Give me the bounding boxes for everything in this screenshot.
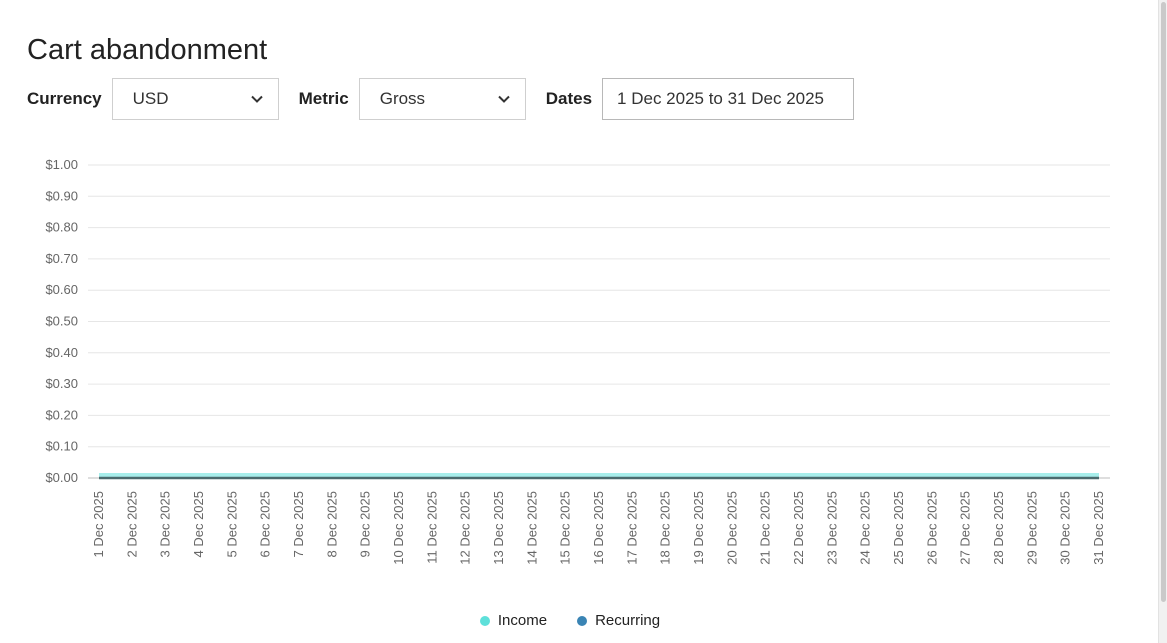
legend-item-income[interactable]: Income [479, 612, 548, 629]
metric-value: Gross [379, 89, 426, 108]
legend-item-recurring[interactable]: Recurring [577, 612, 660, 629]
y-tick-label: $1.00 [45, 157, 78, 172]
x-tick-label: 27 Dec 2025 [958, 491, 973, 565]
legend-label: Income [497, 612, 548, 629]
x-tick-label: 24 Dec 2025 [858, 491, 873, 565]
chart-legend: Income Recurring [0, 612, 1140, 629]
currency-label: Currency [27, 89, 102, 108]
x-tick-label: 28 Dec 2025 [991, 491, 1006, 565]
dates-label: Dates [545, 89, 593, 108]
page-title: Cart abandonment [27, 34, 268, 66]
x-tick-label: 17 Dec 2025 [624, 491, 639, 565]
x-tick-label: 13 Dec 2025 [491, 491, 506, 565]
x-tick-label: 12 Dec 2025 [458, 491, 473, 565]
x-tick-label: 1 Dec 2025 [91, 491, 106, 558]
chevron-down-icon [498, 95, 510, 103]
y-tick-label: $0.60 [45, 282, 78, 297]
x-tick-label: 15 Dec 2025 [558, 491, 573, 565]
x-tick-label: 20 Dec 2025 [724, 491, 739, 565]
x-tick-label: 16 Dec 2025 [591, 491, 606, 565]
y-tick-label: $0.00 [45, 470, 78, 485]
x-tick-label: 30 Dec 2025 [1058, 491, 1073, 565]
y-tick-label: $0.50 [45, 314, 78, 329]
x-tick-label: 9 Dec 2025 [358, 491, 373, 558]
y-tick-label: $0.10 [45, 439, 78, 454]
legend-dot-icon [479, 615, 490, 626]
metric-select[interactable]: Gross [358, 78, 526, 120]
currency-value: USD [132, 89, 169, 108]
x-tick-label: 8 Dec 2025 [324, 491, 339, 558]
metric-label: Metric [298, 89, 349, 108]
x-tick-label: 21 Dec 2025 [758, 491, 773, 565]
x-tick-label: 2 Dec 2025 [124, 491, 139, 558]
filter-bar: Currency USD Metric Gross Dates 1 Dec 20… [27, 78, 855, 120]
chevron-down-icon [250, 95, 263, 103]
x-tick-label: 6 Dec 2025 [258, 491, 273, 558]
x-tick-label: 10 Dec 2025 [391, 491, 406, 565]
x-tick-label: 14 Dec 2025 [524, 491, 539, 565]
chart-svg: $1.00 $0.90 $0.80 $0.70 $0.60 $0.50 $0.40 $0.30… [45, 157, 1110, 565]
x-tick-label: 4 Dec 2025 [191, 491, 206, 558]
x-tick-label: 31 Dec 2025 [1091, 491, 1106, 565]
x-tick-label: 22 Dec 2025 [791, 491, 806, 565]
legend-dot-icon [577, 615, 588, 626]
x-tick-label: 11 Dec 2025 [424, 491, 439, 564]
date-range-input[interactable]: 1 Dec 2025 to 31 Dec 2025 [602, 78, 855, 120]
y-tick-label: $0.90 [45, 188, 78, 203]
x-tick-label: 29 Dec 2025 [1024, 491, 1039, 565]
x-tick-label: 25 Dec 2025 [891, 491, 906, 565]
x-tick-label: 26 Dec 2025 [924, 491, 939, 565]
x-tick-label: 3 Dec 2025 [158, 491, 173, 558]
cart-abandonment-chart: $1.00 $0.90 $0.80 $0.70 $0.60 $0.50 $0.40 $0.30… [0, 145, 1140, 605]
currency-select[interactable]: USD [111, 78, 279, 120]
y-tick-label: $0.30 [45, 376, 78, 391]
y-tick-label: $0.40 [45, 345, 78, 360]
x-tick-label: 18 Dec 2025 [658, 491, 673, 565]
x-tick-label: 5 Dec 2025 [224, 491, 239, 558]
legend-label: Recurring [595, 612, 661, 629]
x-tick-label: 7 Dec 2025 [291, 491, 306, 558]
page-scrollbar[interactable] [1158, 0, 1167, 643]
y-tick-label: $0.80 [45, 220, 78, 235]
y-tick-label: $0.70 [45, 251, 78, 266]
date-range-value: 1 Dec 2025 to 31 Dec 2025 [617, 89, 825, 108]
x-tick-label: 23 Dec 2025 [824, 491, 839, 565]
x-tick-label: 19 Dec 2025 [691, 491, 706, 565]
y-tick-label: $0.20 [45, 407, 78, 422]
scrollbar-thumb[interactable] [1161, 2, 1166, 602]
